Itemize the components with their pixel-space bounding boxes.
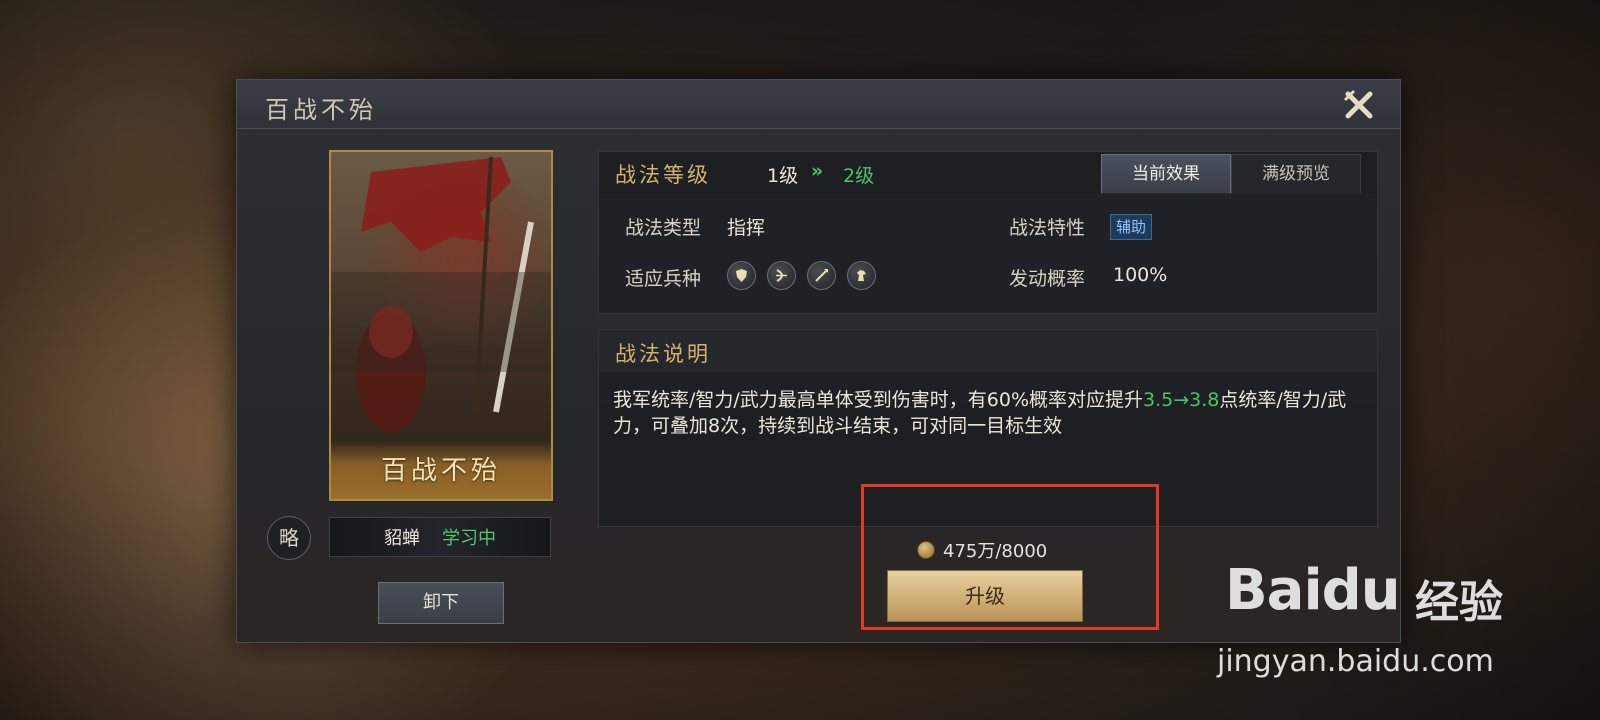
skill-type-value: 指挥 <box>727 217 766 239</box>
horse-icon <box>847 261 876 290</box>
skill-type-label: 战法类型 <box>625 217 702 239</box>
level-from: 1级 <box>767 165 799 187</box>
skill-card: 百战不殆 <box>329 150 553 501</box>
description-title: 战法说明 <box>615 342 711 366</box>
learner-name: 貂蝉 <box>384 528 420 549</box>
close-button[interactable] <box>1340 86 1378 124</box>
highlight-annotation-box <box>861 484 1159 630</box>
baidu-watermark: Baidu 经验 jingyan.baidu.com <box>1217 548 1555 688</box>
level-arrow-icon: » <box>811 160 824 182</box>
unequip-button[interactable]: 卸下 <box>378 582 504 624</box>
troop-types-label: 适应兵种 <box>625 268 702 290</box>
watermark-label: 经验 <box>1415 577 1503 628</box>
troop-types <box>727 261 876 290</box>
skill-level-bar: 战法等级 1级 » 2级 当前效果 满级预览 <box>598 151 1378 195</box>
skill-level-label: 战法等级 <box>615 163 711 187</box>
description-text-part1: 我军统率/智力/武力最高单体受到伤害时，有60%概率对应提升 <box>613 389 1144 411</box>
description-text: 我军统率/智力/武力最高单体受到伤害时，有60%概率对应提升3.5→3.8点统率… <box>613 387 1353 439</box>
bow-icon <box>767 261 796 290</box>
tab-max-level-preview[interactable]: 满级预览 <box>1231 154 1361 194</box>
description-header: 战法说明 <box>599 330 1377 372</box>
watermark-logo: Baidu <box>1225 558 1401 623</box>
dialog-title: 百战不殆 <box>265 96 377 124</box>
level-to: 2级 <box>843 165 875 187</box>
trigger-rate-label: 发动概率 <box>1009 268 1086 290</box>
tab-current-effect[interactable]: 当前效果 <box>1101 154 1231 194</box>
skill-type-badge: 略 <box>267 516 311 560</box>
skill-card-name: 百战不殆 <box>331 441 551 499</box>
skill-info-panel: 战法类型 指挥 战法特性 辅助 适应兵种 发动概率 100% <box>598 193 1378 314</box>
close-icon <box>1343 89 1373 119</box>
learner-row: 貂蝉 学习中 <box>329 517 551 557</box>
spear-icon <box>807 261 836 290</box>
learner-status: 学习中 <box>442 528 496 549</box>
watermark-url: jingyan.baidu.com <box>1217 644 1494 679</box>
skill-trait-tag: 辅助 <box>1110 214 1153 240</box>
description-highlight: 3.5→3.8 <box>1143 389 1220 411</box>
shield-icon <box>727 261 756 290</box>
skill-trait-label: 战法特性 <box>1009 217 1086 239</box>
trigger-rate-value: 100% <box>1113 264 1168 286</box>
dialog-header: 百战不殆 <box>237 80 1400 129</box>
